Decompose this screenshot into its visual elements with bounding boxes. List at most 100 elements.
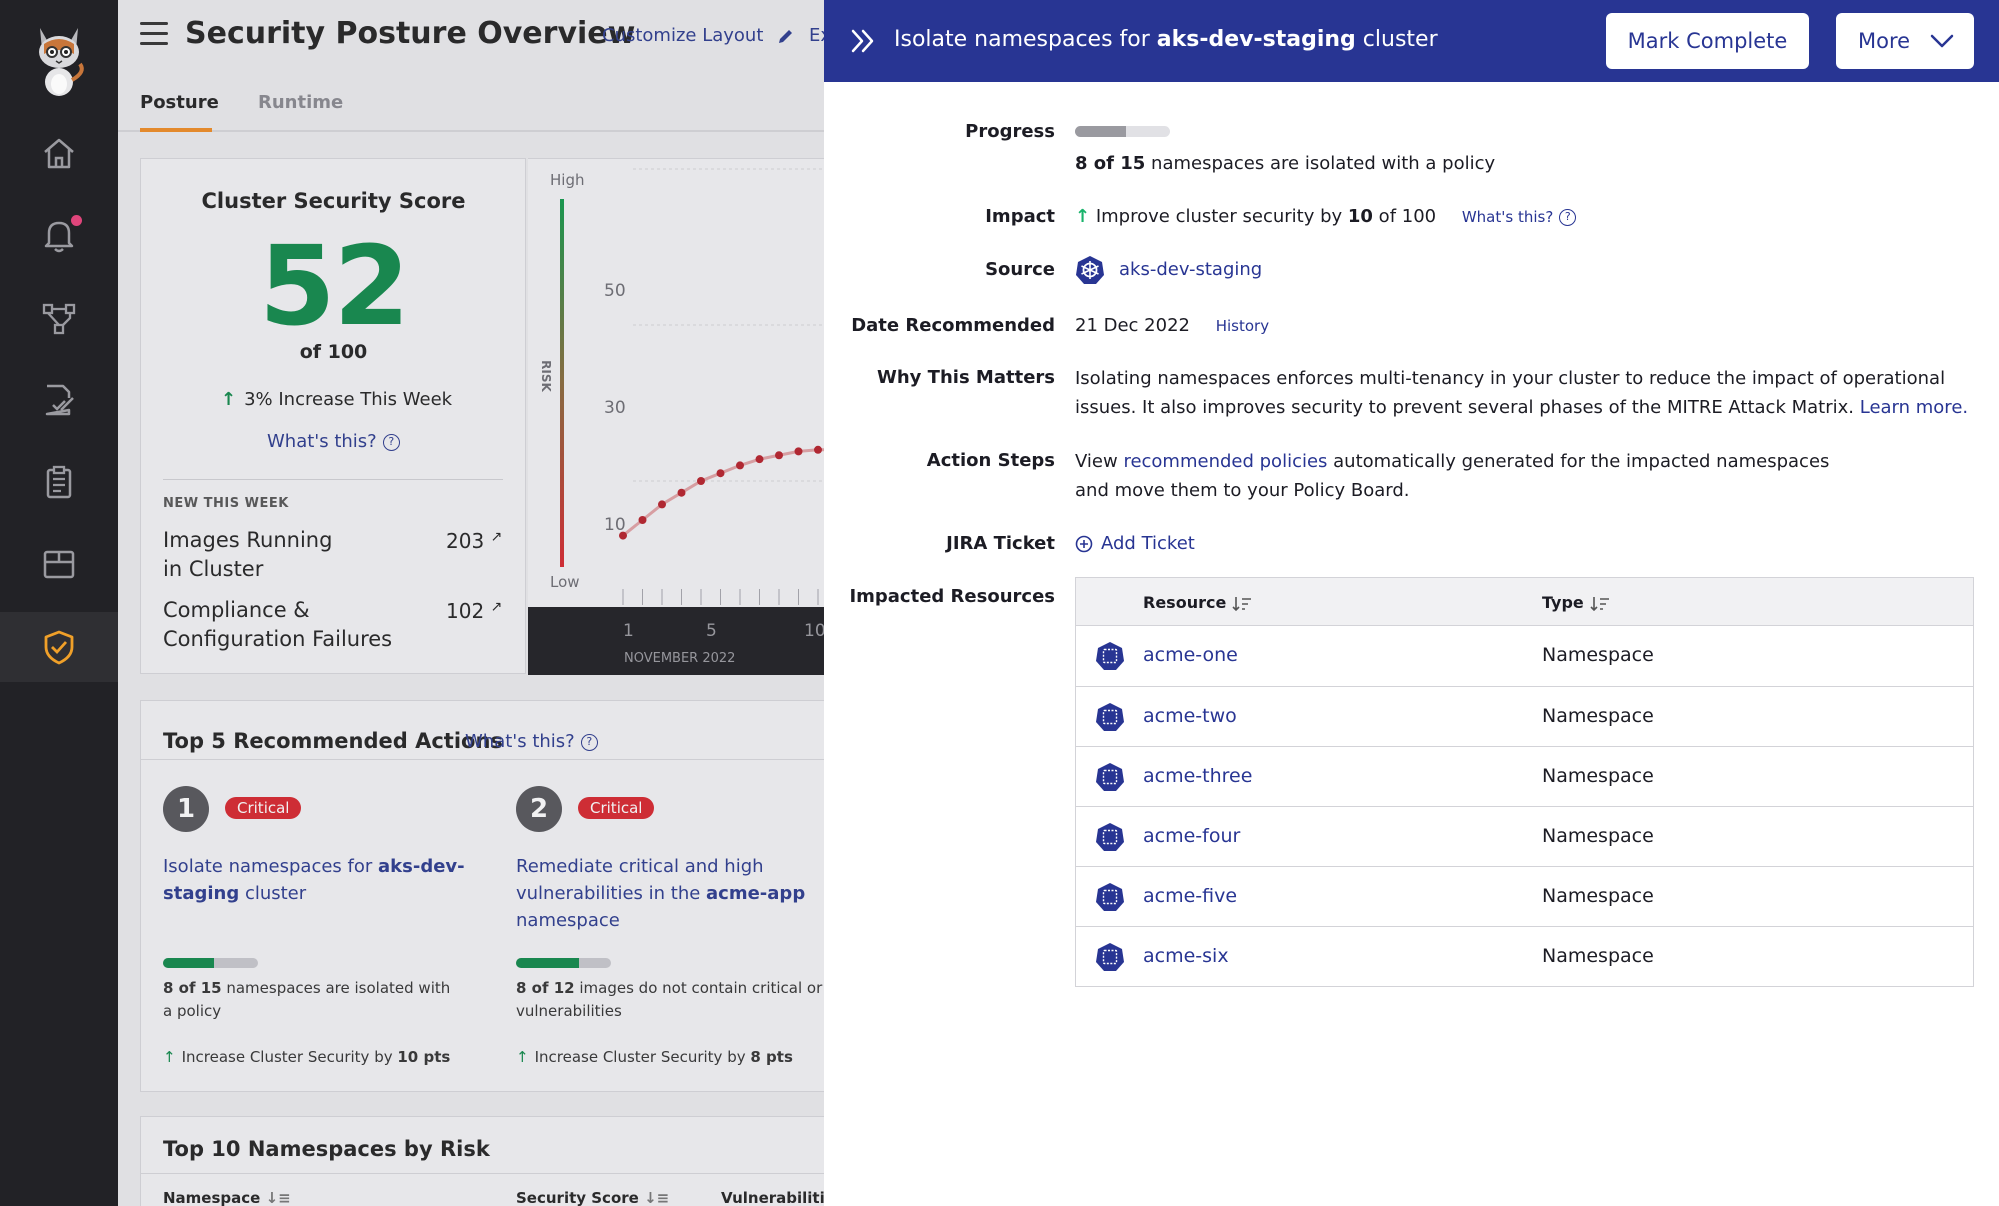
score-out-of: of 100 [299, 341, 368, 363]
table-row[interactable]: acme-four Namespace [1076, 806, 1973, 866]
mark-complete-button[interactable]: Mark Complete [1606, 13, 1809, 69]
risk-chart: High Low RISK 50 30 10 1 5 10 NOVEMBER 2… [528, 158, 824, 675]
risk-low-label: Low [550, 573, 580, 591]
actions-whats-this-link[interactable]: What's this?? [465, 731, 598, 752]
left-nav [0, 0, 118, 1206]
action-impact-2: ↑ Increase Cluster Security by 8 pts [516, 1048, 793, 1066]
shield-check-icon [44, 630, 74, 665]
table-row[interactable]: acme-three Namespace [1076, 746, 1973, 806]
help-icon: ? [580, 733, 598, 751]
arrow-out-icon: ↗ [490, 529, 503, 545]
learn-more-link[interactable]: Learn more. [1860, 397, 1968, 418]
action-progress-bar-1 [163, 958, 258, 968]
namespace-icon [1096, 823, 1124, 851]
active-tab-indicator [140, 128, 212, 132]
home-icon [44, 138, 74, 169]
resource-name-link[interactable]: acme-five [1143, 885, 1237, 907]
nav-compliance[interactable] [0, 447, 118, 517]
tab-posture[interactable]: Posture [140, 92, 219, 113]
score-card-title: Cluster Security Score [201, 189, 466, 213]
resource-name-link[interactable]: acme-two [1143, 705, 1237, 727]
nav-policies[interactable] [0, 365, 118, 435]
action-number-badge: 1 [163, 786, 209, 832]
divider [141, 759, 824, 760]
table-row[interactable]: acme-five Namespace [1076, 866, 1973, 926]
box-icon [43, 550, 75, 579]
resource-name-link[interactable]: acme-one [1143, 644, 1238, 666]
nav-security-posture[interactable] [0, 612, 118, 682]
x-tick-5: 5 [706, 621, 717, 641]
stat-compliance-label: Compliance & Configuration Failures [163, 598, 393, 651]
action-link-1[interactable]: Isolate namespaces for aks-dev-staging c… [163, 853, 473, 907]
risk-data-point [736, 461, 744, 470]
notification-dot [71, 215, 82, 226]
column-resource[interactable]: Resource [1143, 593, 1252, 613]
table-row[interactable]: acme-six Namespace [1076, 926, 1973, 986]
action-link-2[interactable]: Remediate critical and high vulnerabilit… [516, 853, 816, 934]
customize-layout-link[interactable]: Customize Layout [602, 25, 795, 46]
impact-whats-this-link[interactable]: What's this?? [1462, 208, 1577, 226]
impacted-resources-label: Impacted Resources [849, 586, 1055, 607]
action-progress-text-1: 8 of 15 namespaces are isolated with a p… [163, 979, 451, 1020]
impact-value: ↑ Improve cluster security by 10 of 100 … [1075, 206, 1577, 227]
resource-type: Namespace [1542, 825, 1654, 847]
chart-x-axis-bar: 1 5 10 NOVEMBER 2022 [528, 607, 824, 675]
column-security-score[interactable]: Security Score ↓≡ [516, 1189, 669, 1206]
action-progress-fill-2 [516, 958, 580, 968]
score-change: ↑ 3% Increase This Week [221, 389, 453, 410]
cat-logo-icon[interactable] [30, 20, 88, 98]
table-header: Resource Type [1076, 578, 1973, 626]
nav-alerts[interactable] [0, 200, 118, 270]
namespace-icon [1096, 943, 1124, 971]
y-tick-10: 10 [604, 515, 626, 535]
sort-icon: ↓≡ [265, 1189, 291, 1206]
table-row[interactable]: acme-one Namespace [1076, 626, 1973, 686]
x-caption: NOVEMBER 2022 [624, 651, 736, 666]
arrow-up-icon: ↑ [516, 1048, 529, 1066]
nav-home[interactable] [0, 119, 118, 189]
recommendation-drawer: Isolate namespaces for aks-dev-staging c… [824, 0, 1999, 1206]
action-number-badge: 2 [516, 786, 562, 832]
resource-type: Namespace [1542, 885, 1654, 907]
history-link[interactable]: History [1216, 317, 1269, 335]
nav-images[interactable] [0, 529, 118, 599]
source-label: Source [985, 259, 1055, 280]
why-this-matters-text: Isolating namespaces enforces multi-tena… [1075, 368, 1969, 418]
resource-type: Namespace [1542, 644, 1654, 666]
add-ticket-button[interactable]: Add Ticket [1075, 533, 1195, 554]
stat-compliance-value[interactable]: 102 ↗ [446, 599, 502, 623]
column-type[interactable]: Type [1542, 593, 1610, 613]
help-icon: ? [382, 433, 400, 451]
namespaces-by-risk-card: Top 10 Namespaces by Risk Namespace ↓≡ S… [140, 1116, 824, 1206]
y-tick-30: 30 [604, 398, 626, 418]
tab-runtime[interactable]: Runtime [258, 92, 343, 113]
cluster-score-card: Cluster Security Score 52 of 100 ↑ 3% Inc… [140, 158, 526, 674]
column-namespace[interactable]: Namespace ↓≡ [163, 1189, 291, 1206]
recommended-policies-link[interactable]: recommended policies [1123, 451, 1327, 472]
hamburger-menu-icon[interactable] [140, 22, 168, 46]
resource-name-link[interactable]: acme-three [1143, 765, 1252, 787]
column-vulnerabilities[interactable]: Vulnerabilitie [721, 1189, 824, 1206]
progress-label: Progress [965, 121, 1055, 142]
score-whats-this-link[interactable]: What's this?? [267, 431, 400, 452]
x-tick-1: 1 [623, 621, 634, 641]
y-tick-50: 50 [604, 281, 626, 301]
export-link-truncated[interactable]: Ex [809, 25, 824, 46]
resource-type: Namespace [1542, 705, 1654, 727]
collapse-drawer-icon[interactable] [850, 27, 876, 55]
resource-name-link[interactable]: acme-four [1143, 825, 1240, 847]
resource-name-link[interactable]: acme-six [1143, 945, 1229, 967]
chevron-down-icon [1930, 34, 1954, 48]
x-tick-10: 10 [804, 621, 824, 641]
network-icon [42, 303, 76, 335]
source-value[interactable]: aks-dev-staging [1075, 255, 1262, 285]
risk-high-label: High [550, 171, 585, 189]
table-row[interactable]: acme-two Namespace [1076, 686, 1973, 746]
namespace-icon [1096, 642, 1124, 670]
nav-network[interactable] [0, 283, 118, 353]
drawer-title: Isolate namespaces for aks-dev-staging c… [894, 27, 1438, 52]
stat-images-value[interactable]: 203 ↗ [446, 529, 502, 553]
more-dropdown-button[interactable]: More [1836, 13, 1974, 69]
risk-data-point [697, 477, 705, 485]
action-steps-text: View recommended policies automatically … [1075, 451, 1830, 501]
